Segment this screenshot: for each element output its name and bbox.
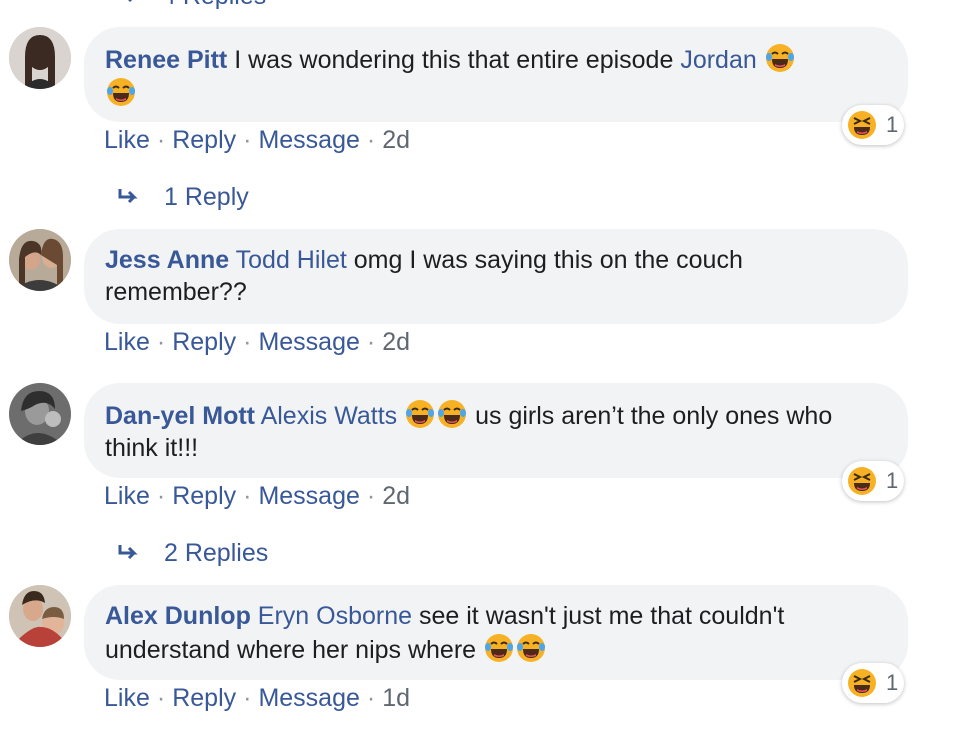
reply-link[interactable]: Reply [172, 482, 236, 511]
tagged-user[interactable]: Jordan [680, 46, 756, 74]
separator: · [156, 327, 166, 356]
laughing-tears-emoji-icon [436, 398, 468, 430]
avatar[interactable] [9, 27, 71, 89]
message-link[interactable]: Message [258, 482, 359, 511]
like-link[interactable]: Like [104, 482, 150, 511]
separator: · [156, 683, 166, 712]
comment-timestamp[interactable]: 2d [382, 482, 410, 511]
separator: · [156, 125, 166, 154]
comment-timestamp[interactable]: 2d [382, 328, 410, 357]
comment-bubble: Dan-yel Mott Alexis Watts us girls aren’… [84, 383, 908, 478]
reaction-badge[interactable]: 1 [842, 663, 904, 703]
squinting-laughing-icon [846, 109, 878, 141]
comment-bubble: Jess Anne Todd Hilet omg I was saying th… [84, 229, 908, 324]
reaction-count: 1 [886, 468, 899, 493]
comment-author[interactable]: Renee Pitt [105, 46, 227, 74]
replies-link-partial[interactable]: 4 Replies [118, 0, 266, 11]
reaction-badge[interactable]: 1 [842, 461, 904, 501]
comment-bubble: Renee Pitt I was wondering this that ent… [84, 27, 908, 122]
replies-label: 1 Reply [164, 182, 249, 211]
reaction-badge[interactable]: 1 [842, 105, 904, 145]
like-link[interactable]: Like [104, 328, 150, 357]
like-link[interactable]: Like [104, 684, 150, 713]
like-link[interactable]: Like [104, 126, 150, 155]
separator: · [243, 125, 252, 154]
separator: · [243, 683, 252, 712]
separator: · [243, 327, 252, 356]
avatar[interactable] [9, 229, 71, 291]
comment-timestamp[interactable]: 2d [382, 126, 410, 155]
reply-arrow-icon [118, 545, 138, 560]
reply-link[interactable]: Reply [172, 684, 236, 713]
reaction-count: 1 [886, 670, 899, 695]
reply-link[interactable]: Reply [172, 126, 236, 155]
tagged-user[interactable]: Eryn Osborne [258, 602, 412, 630]
comment-text: I was wondering this that entire episode [234, 46, 674, 74]
avatar[interactable] [9, 585, 71, 647]
replies-link-label: 4 Replies [162, 0, 266, 11]
separator: · [366, 125, 376, 154]
comment-author[interactable]: Alex Dunlop [105, 602, 251, 630]
comment-bubble: Alex Dunlop Eryn Osborne see it wasn't j… [84, 585, 908, 680]
replies-label: 2 Replies [164, 538, 269, 567]
laughing-tears-emoji-icon [483, 632, 515, 664]
view-replies-link[interactable]: 2 Replies [118, 538, 268, 568]
separator: · [366, 683, 376, 712]
reply-link[interactable]: Reply [172, 328, 236, 357]
separator: · [366, 327, 376, 356]
separator: · [366, 481, 376, 510]
message-link[interactable]: Message [258, 684, 359, 713]
reaction-count: 1 [886, 112, 899, 137]
message-link[interactable]: Message [258, 126, 359, 155]
message-link[interactable]: Message [258, 328, 359, 357]
laughing-tears-emoji-icon [404, 398, 436, 430]
comment-author[interactable]: Jess Anne [105, 246, 229, 274]
view-replies-link[interactable]: 1 Reply [118, 182, 249, 212]
laughing-tears-emoji-icon [764, 42, 796, 74]
separator: · [156, 481, 166, 510]
comment-actions: Like · Reply · Message · 1d [104, 683, 410, 713]
tagged-user[interactable]: Alexis Watts [261, 402, 398, 430]
avatar[interactable] [9, 383, 71, 445]
squinting-laughing-icon [846, 667, 878, 699]
tagged-user[interactable]: Todd Hilet [236, 246, 347, 274]
comment-actions: Like · Reply · Message · 2d [104, 481, 410, 511]
reply-arrow-icon [128, 0, 133, 3]
laughing-tears-emoji-icon [515, 632, 547, 664]
comment-timestamp[interactable]: 1d [382, 684, 410, 713]
comment-actions: Like · Reply · Message · 2d [104, 327, 410, 357]
comment-actions: Like · Reply · Message · 2d [104, 125, 410, 155]
laughing-tears-emoji-icon [105, 76, 137, 108]
comment-author[interactable]: Dan-yel Mott [105, 402, 255, 430]
reply-arrow-icon [118, 189, 138, 204]
squinting-laughing-icon [846, 465, 878, 497]
separator: · [243, 481, 252, 510]
